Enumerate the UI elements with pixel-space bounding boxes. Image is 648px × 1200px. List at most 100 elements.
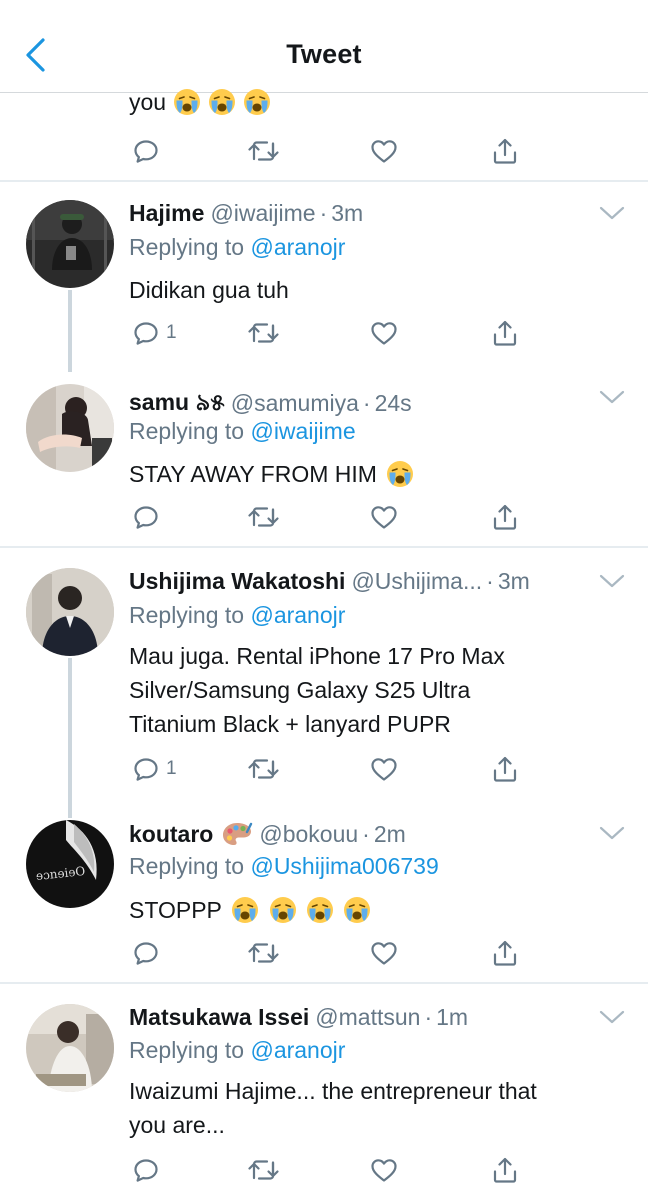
avatar[interactable] <box>26 1004 114 1092</box>
reply-button[interactable]: 1 <box>132 313 177 353</box>
caret-down-icon[interactable] <box>598 572 626 590</box>
like-button[interactable] <box>369 933 399 973</box>
like-button[interactable] <box>369 749 399 789</box>
replying-to-label: Replying to <box>129 418 251 444</box>
mention-link[interactable]: @iwaijime <box>250 418 355 444</box>
display-name[interactable]: Matsukawa Issei <box>129 1004 309 1031</box>
crying-face-emoji <box>173 88 201 116</box>
tweet-actions <box>0 131 648 171</box>
like-icon <box>369 137 399 165</box>
reply-icon <box>132 503 160 531</box>
retweet-button[interactable] <box>246 497 280 537</box>
mention-link[interactable]: @aranojr <box>250 602 345 628</box>
separator-dot: · <box>486 568 494 594</box>
share-button[interactable] <box>491 497 519 537</box>
reply-button[interactable] <box>132 1150 160 1190</box>
reply-button[interactable]: 1 <box>132 749 177 789</box>
reply-icon <box>132 1156 160 1184</box>
retweet-icon <box>246 137 280 165</box>
mention-link[interactable]: @Ushijima006739 <box>250 853 438 879</box>
reply-button[interactable] <box>132 933 160 973</box>
tweet-actions: 1 <box>0 313 648 353</box>
timestamp: 24s <box>374 390 412 416</box>
share-icon <box>491 938 519 968</box>
username[interactable]: @bokouu <box>259 821 358 848</box>
username[interactable]: @mattsun <box>315 1004 420 1031</box>
crying-face-emoji <box>269 896 297 924</box>
mention-link[interactable]: @aranojr <box>250 234 345 260</box>
tweet-actions: 1 <box>0 749 648 789</box>
share-button[interactable] <box>491 1150 519 1190</box>
share-button[interactable] <box>491 313 519 353</box>
caret-down-icon[interactable] <box>598 824 626 842</box>
replying-to: Replying to @Ushijima006739 <box>129 853 439 880</box>
timestamp: 1m <box>436 1004 469 1030</box>
share-icon <box>491 136 519 166</box>
avatar[interactable] <box>26 568 114 656</box>
display-name[interactable]: koutaro <box>129 821 213 848</box>
tweet-header: Ushijima Wakatoshi @Ushijima... · 3m <box>129 568 530 595</box>
caret-down-icon[interactable] <box>598 1008 626 1026</box>
reply-button[interactable] <box>132 497 160 537</box>
divider <box>0 180 648 182</box>
replying-to-label: Replying to <box>129 602 251 628</box>
caret-down-icon[interactable] <box>598 204 626 222</box>
replying-to-label: Replying to <box>129 1037 251 1063</box>
share-icon <box>491 754 519 784</box>
like-icon <box>369 503 399 531</box>
separator-dot: · <box>362 820 370 847</box>
username[interactable]: @iwaijime <box>210 200 315 227</box>
reply-button[interactable] <box>132 131 160 171</box>
username[interactable]: @Ushijima... <box>351 568 482 595</box>
retweet-button[interactable] <box>246 1150 280 1190</box>
tweet-text: STAY AWAY FROM HIM <box>129 455 414 491</box>
crying-face-emoji <box>208 88 236 116</box>
retweet-icon <box>246 1156 280 1184</box>
tweet-text-line: Didikan gua tuh <box>129 276 289 303</box>
replying-to: Replying to @aranojr <box>129 234 345 261</box>
avatar[interactable] <box>26 384 114 472</box>
crying-face-emoji <box>231 896 259 924</box>
retweet-icon <box>246 755 280 783</box>
share-button[interactable] <box>491 933 519 973</box>
crying-face-emoji <box>386 460 414 488</box>
avatar[interactable] <box>26 200 114 288</box>
like-icon <box>369 939 399 967</box>
replying-to-label: Replying to <box>129 234 251 260</box>
retweet-button[interactable] <box>246 313 280 353</box>
retweet-button[interactable] <box>246 749 280 789</box>
share-icon <box>491 1155 519 1185</box>
divider <box>0 546 648 548</box>
tweet-actions <box>0 933 648 973</box>
tweet-text-line: Silver/Samsung Galaxy S25 Ultra <box>129 677 471 703</box>
tweet-header: Matsukawa Issei @mattsun · 1m <box>129 1004 468 1031</box>
like-icon <box>369 319 399 347</box>
like-icon <box>369 755 399 783</box>
mention-link[interactable]: @aranojr <box>250 1037 345 1063</box>
retweet-button[interactable] <box>246 933 280 973</box>
tweet-text: Mau juga. Rental iPhone 17 Pro Max Silve… <box>129 639 505 741</box>
previous-tweet-text: you <box>129 88 271 116</box>
retweet-button[interactable] <box>246 131 280 171</box>
caret-down-icon[interactable] <box>598 388 626 406</box>
artist-palette-emoji <box>221 820 253 848</box>
replying-to: Replying to @iwaijime <box>129 418 356 445</box>
like-button[interactable] <box>369 131 399 171</box>
share-button[interactable] <box>491 749 519 789</box>
like-button[interactable] <box>369 313 399 353</box>
tweet-text-line: you are... <box>129 1112 225 1138</box>
like-button[interactable] <box>369 1150 399 1190</box>
display-name[interactable]: Ushijima Wakatoshi <box>129 568 345 595</box>
replying-to: Replying to @aranojr <box>129 602 345 629</box>
like-button[interactable] <box>369 497 399 537</box>
reply-icon <box>132 137 160 165</box>
separator-dot: · <box>362 390 371 416</box>
share-button[interactable] <box>491 131 519 171</box>
tweet-header: koutaro @bokouu · 2m <box>129 820 406 848</box>
avatar[interactable]: ɘɔnɘiɘO <box>26 820 114 908</box>
thread-connector <box>68 658 72 818</box>
separator-dot: · <box>319 200 328 226</box>
username[interactable]: @samumiya <box>231 390 359 417</box>
reply-count: 1 <box>166 322 177 343</box>
display-name[interactable]: Hajime <box>129 200 204 227</box>
